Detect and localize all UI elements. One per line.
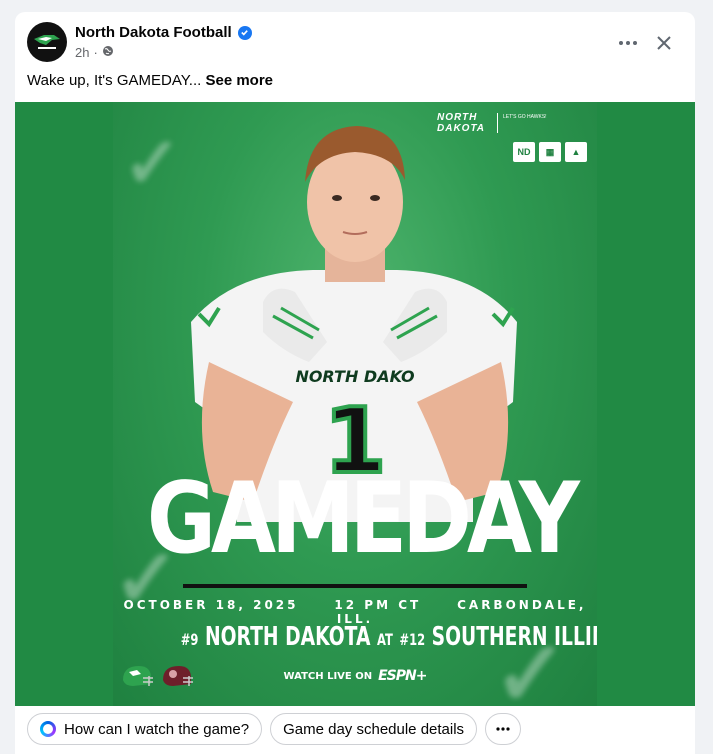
- home-rank: #9: [180, 630, 199, 649]
- close-button[interactable]: [649, 28, 679, 58]
- close-icon: [657, 36, 671, 50]
- see-more-link[interactable]: See more: [205, 72, 273, 89]
- at-label: AT: [377, 630, 393, 649]
- network-logo: ESPN+: [378, 668, 427, 684]
- post-header: North Dakota Football 2h ·: [15, 12, 695, 74]
- southern-illinois-helmet-icon: [163, 666, 193, 686]
- page-name-text[interactable]: North Dakota Football: [75, 24, 232, 41]
- caption-text: Wake up, It's GAMEDAY...: [27, 72, 202, 89]
- gameday-headline: GAMEDAY: [146, 462, 580, 576]
- game-time: 12 PM CT: [334, 598, 422, 612]
- north-dakota-helmet-icon: [123, 666, 153, 686]
- more-options-button[interactable]: [613, 28, 643, 58]
- matchup-line: #9 NORTH DAKOTA AT #12 SOUTHERN ILLINOIS: [180, 622, 597, 652]
- page-avatar[interactable]: [27, 22, 67, 62]
- post-card: North Dakota Football 2h · Wake up, It's…: [15, 12, 695, 754]
- headline-divider: [183, 584, 527, 588]
- watch-label: WATCH LIVE ON: [283, 670, 373, 682]
- ai-suggestions: How can I watch the game? Game day sched…: [27, 713, 522, 745]
- more-icon: [496, 727, 510, 731]
- suggestion-chip[interactable]: Game day schedule details: [270, 713, 478, 745]
- away-team: SOUTHERN ILLINOIS: [431, 622, 597, 652]
- fighting-hawks-logo: [34, 35, 60, 49]
- more-suggestions-button[interactable]: [485, 713, 522, 745]
- meta-ai-icon: [40, 721, 56, 737]
- player-illustration: NORTH DAKO 1: [191, 126, 517, 522]
- post-meta: 2h ·: [75, 45, 114, 60]
- suggestion-label: Game day schedule details: [283, 720, 465, 738]
- suggestion-label: How can I watch the game?: [64, 720, 250, 738]
- jersey-text: NORTH DAKO: [295, 367, 415, 386]
- meta-separator: ·: [93, 45, 98, 60]
- away-rank: #12: [399, 630, 426, 649]
- post-time[interactable]: 2h: [75, 45, 89, 60]
- more-options-icon: [619, 41, 637, 45]
- post-image[interactable]: ✓ ✓ ✓ NORTH DAKOTA LET'S GO HAWKS! ND ▦ …: [15, 102, 695, 706]
- verified-badge-icon: [237, 25, 252, 40]
- suggestion-chip[interactable]: How can I watch the game?: [27, 713, 263, 745]
- post-caption: Wake up, It's GAMEDAY... See more: [27, 72, 273, 89]
- team-helmets: [119, 662, 195, 692]
- gameday-poster: ✓ ✓ ✓ NORTH DAKOTA LET'S GO HAWKS! ND ▦ …: [113, 102, 597, 706]
- home-team: NORTH DAKOTA: [204, 622, 371, 652]
- globe-icon: [102, 45, 114, 60]
- game-date: OCTOBER 18, 2025: [123, 598, 299, 612]
- page-name[interactable]: North Dakota Football: [75, 24, 252, 41]
